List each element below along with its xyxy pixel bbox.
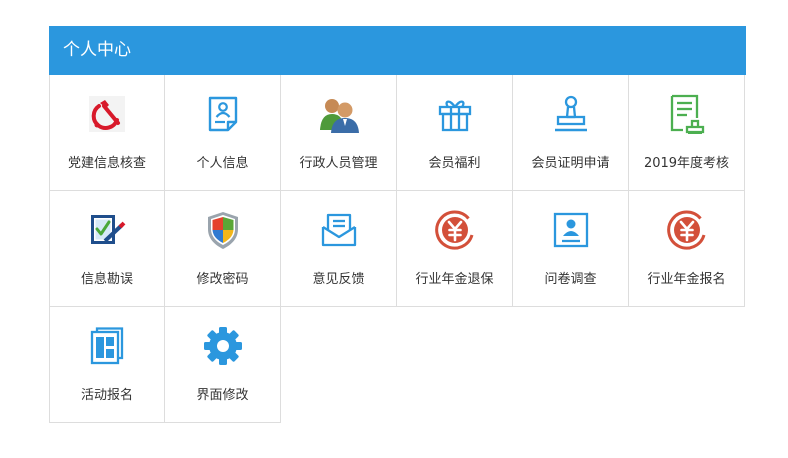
activity-layout-icon — [50, 326, 164, 366]
menu-item-label: 会员证明申请 — [531, 156, 610, 171]
menu-item-label: 2019年度考核 — [643, 156, 730, 171]
security-shield-icon — [165, 210, 280, 250]
menu-item-party-check[interactable]: 党建信息核查 — [49, 75, 165, 191]
menu-grid: 党建信息核查 个人信息 行政人员管理 会员福利 会员证明申请 2019年度考核 … — [49, 75, 746, 424]
menu-item-label: 会员福利 — [428, 156, 481, 171]
stamp-icon — [513, 94, 628, 134]
menu-item-feedback[interactable]: 意见反馈 — [281, 191, 397, 307]
party-emblem-icon — [50, 94, 164, 134]
menu-item-interface-settings[interactable]: 界面修改 — [165, 307, 281, 423]
edit-checkbox-icon — [50, 210, 164, 250]
menu-item-label: 党建信息核查 — [67, 156, 146, 171]
users-icon — [281, 94, 396, 134]
menu-item-label: 行业年金退保 — [415, 272, 494, 287]
menu-item-personal-info[interactable]: 个人信息 — [165, 75, 281, 191]
survey-card-icon — [513, 210, 628, 250]
menu-item-label: 信息勘误 — [80, 272, 133, 287]
menu-item-label: 界面修改 — [196, 388, 249, 403]
gear-icon — [165, 326, 280, 366]
yuan-coin-icon — [629, 210, 744, 250]
menu-item-label: 行业年金报名 — [647, 272, 726, 287]
gift-icon — [397, 94, 512, 134]
menu-item-label: 活动报名 — [80, 388, 133, 403]
menu-item-annual-assessment[interactable]: 2019年度考核 — [629, 75, 745, 191]
menu-item-label: 修改密码 — [196, 272, 249, 287]
yuan-coin-icon — [397, 210, 512, 250]
menu-item-membership-certificate[interactable]: 会员证明申请 — [513, 75, 629, 191]
menu-item-label: 意见反馈 — [312, 272, 365, 287]
menu-item-annuity-surrender[interactable]: 行业年金退保 — [397, 191, 513, 307]
menu-item-change-password[interactable]: 修改密码 — [165, 191, 281, 307]
menu-item-label: 个人信息 — [196, 156, 249, 171]
menu-item-questionnaire[interactable]: 问卷调查 — [513, 191, 629, 307]
profile-document-icon — [165, 94, 280, 134]
personal-center-panel: 个人中心 党建信息核查 个人信息 行政人员管理 会员福利 会员证明申请 2019… — [49, 26, 746, 424]
menu-item-label: 问卷调查 — [544, 272, 597, 287]
panel-title: 个人中心 — [49, 26, 746, 75]
menu-item-annuity-registration[interactable]: 行业年金报名 — [629, 191, 745, 307]
menu-item-info-correction[interactable]: 信息勘误 — [49, 191, 165, 307]
feedback-mail-icon — [281, 210, 396, 250]
menu-item-label: 行政人员管理 — [299, 156, 378, 171]
menu-item-member-benefits[interactable]: 会员福利 — [397, 75, 513, 191]
certificate-icon — [629, 94, 744, 134]
menu-item-activity-registration[interactable]: 活动报名 — [49, 307, 165, 423]
menu-item-admin-staff[interactable]: 行政人员管理 — [281, 75, 397, 191]
